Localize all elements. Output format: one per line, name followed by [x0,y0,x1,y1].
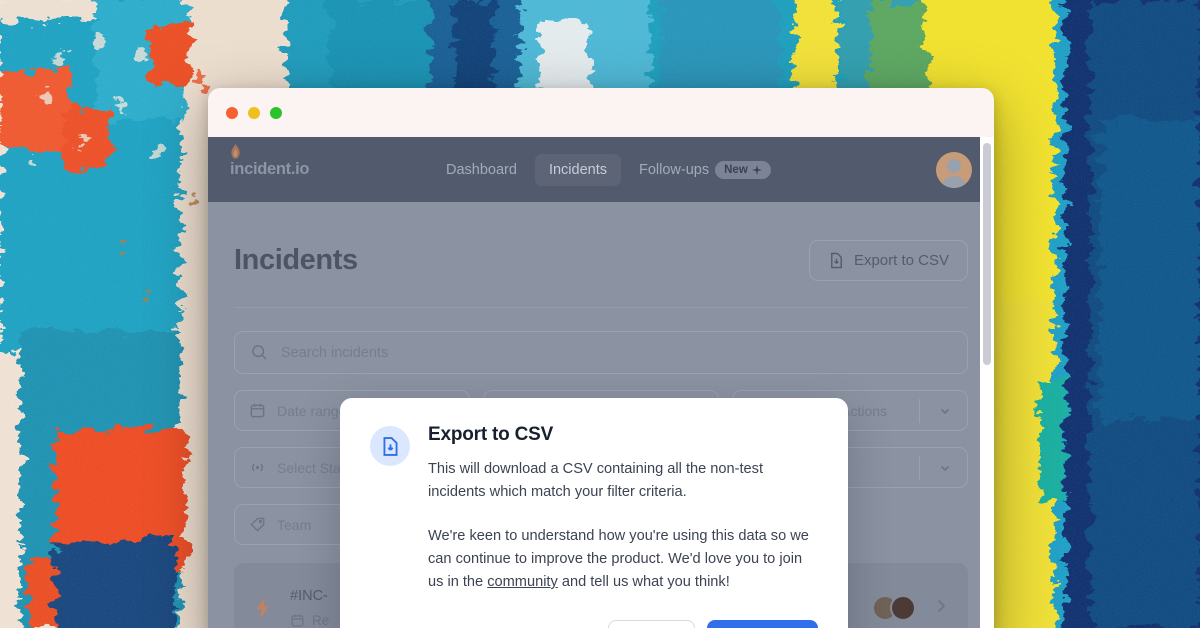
modal-title: Export to CSV [428,424,554,445]
nav-link-followups[interactable]: Follow-ups New [625,153,785,187]
chevron-down-icon[interactable] [931,461,959,475]
logo-wordmark: incident.io [230,160,310,178]
file-download-icon [370,426,410,466]
sparkle-icon [751,164,762,175]
nav-link-incidents[interactable]: Incidents [534,153,621,186]
nav-link-dashboard[interactable]: Dashboard [432,154,531,186]
user-avatar[interactable] [936,151,972,188]
broadcast-icon [252,463,263,472]
calendar-icon [250,403,265,418]
export-to-csv-label: Export to CSV [853,252,949,269]
lightning-bolt-icon [252,597,274,619]
nav-link-followups-label: Follow-ups [638,161,710,178]
avatar[interactable] [890,595,916,621]
nav-links: Dashboard Incidents Follow-ups New [432,153,785,187]
calendar-icon [291,614,304,627]
new-badge-label: New [724,163,748,176]
avatar-body [941,175,967,188]
modal-paragraph-1: This will download a CSV containing all … [428,461,764,500]
incident-assignees [872,595,916,621]
pill-divider [919,398,920,423]
page-title: Incidents [234,244,358,276]
window-zoom-button[interactable] [270,106,282,119]
file-download-icon [831,252,842,269]
community-link[interactable]: community [487,574,558,590]
window-close-button[interactable] [226,106,238,119]
modal-main: Export to CSV This will download a CSV c… [428,424,818,628]
app-navbar: incident.io Dashboard Incidents Follow-u… [208,137,994,202]
download-button[interactable]: Download [706,620,818,628]
new-badge: New [715,160,771,179]
chevron-right-icon[interactable] [932,597,950,620]
search-input[interactable]: Search incidents [234,331,968,374]
modal-paragraph-2-after: and tell us what you think! [557,574,730,590]
window-titlebar [208,88,994,137]
export-to-csv-button[interactable]: Export to CSV [808,240,968,281]
page-header: Incidents Export to CSV [208,202,994,281]
pill-divider [919,455,920,480]
avatar-head [947,158,961,173]
search-placeholder: Search incidents [281,344,389,361]
modal-paragraph-2: We're keen to understand how you're usin… [428,525,818,594]
app-logo[interactable]: incident.io [230,144,380,179]
modal-actions: Cancel Download [428,620,818,628]
tag-icon [250,517,265,532]
search-icon [252,345,267,360]
window-minimize-button[interactable] [248,106,260,119]
vertical-scrollbar-thumb[interactable] [983,143,991,365]
chevron-down-icon[interactable] [931,404,959,418]
modal-body: Export to CSV This will download a CSV c… [370,424,818,628]
vertical-scrollbar-track[interactable] [980,137,994,628]
cancel-button[interactable]: Cancel [607,620,695,628]
incident-subline-text: Re [312,613,330,628]
flame-icon [231,144,240,159]
export-to-csv-modal: Export to CSV This will download a CSV c… [340,398,848,628]
header-divider [234,307,968,308]
